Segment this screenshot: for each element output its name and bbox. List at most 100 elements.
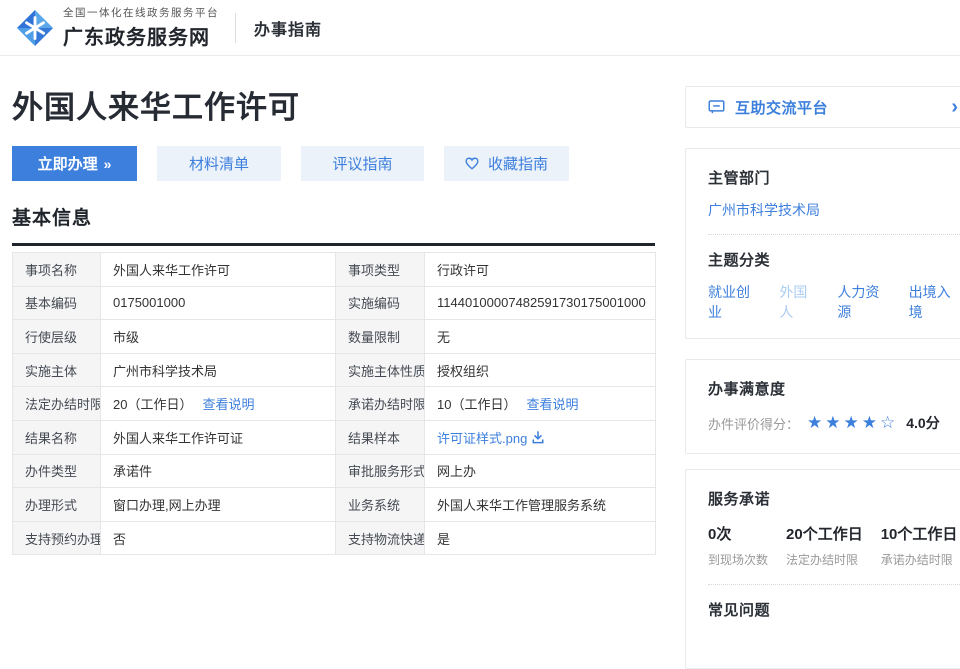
view-explanation-link[interactable]: 查看说明 (526, 397, 578, 412)
row-label: 法定办结时限 (13, 387, 101, 421)
table-row: 办件类型 承诺件 审批服务形式 网上办 (13, 454, 656, 488)
row-label: 数量限制 (336, 320, 425, 354)
row-value: 许可证样式.png (425, 420, 656, 454)
row-value: 授权组织 (425, 353, 656, 387)
row-label: 办理形式 (13, 488, 101, 522)
dotted-divider (708, 584, 960, 585)
sidebar: 互助交流平台 › 主管部门 广州市科学技术局 主题分类 就业创业 外国人 人力资… (685, 86, 960, 669)
dotted-divider (708, 234, 960, 235)
stat-label: 到现场次数 (708, 551, 768, 568)
faq-heading: 常见问题 (708, 599, 960, 620)
row-label: 实施主体性质 (336, 353, 425, 387)
table-row: 实施主体 广州市科学技术局 实施主体性质 授权组织 (13, 353, 656, 387)
row-value: 广州市科学技术局 (101, 353, 336, 387)
site-name: 广东政务服务网 (63, 21, 219, 50)
stars-filled-icon: ★★★★ (807, 413, 880, 432)
row-label: 支持预约办理 (13, 521, 101, 555)
topics-heading: 主题分类 (708, 249, 960, 270)
rating-score: 4.0分 (906, 413, 939, 433)
help-platform-label: 互助交流平台 (735, 97, 828, 118)
row-value: 承诺件 (101, 454, 336, 488)
rating-caption: 办件评价得分： (708, 414, 799, 433)
row-value: 市级 (101, 320, 336, 354)
table-row: 行使层级 市级 数量限制 无 (13, 320, 656, 354)
row-value: 是 (425, 521, 656, 555)
stat-visits: 0次 到现场次数 (708, 523, 768, 568)
row-value: 外国人来华工作许可 (101, 253, 336, 287)
chat-icon (708, 100, 725, 114)
topic-link-exit-entry[interactable]: 出境入境 (909, 282, 960, 322)
row-label: 审批服务形式 (336, 454, 425, 488)
star-rating: ★★★★☆ (807, 413, 898, 433)
site-logo-icon (16, 9, 54, 47)
download-icon (532, 431, 544, 444)
stat-label: 承诺办结时限 (881, 551, 958, 568)
stat-statutory-limit: 20个工作日 法定办结时限 (786, 523, 863, 568)
service-promise-card: 服务承诺 0次 到现场次数 20个工作日 法定办结时限 10个工作日 承诺办结时… (685, 469, 960, 669)
promise-stats: 0次 到现场次数 20个工作日 法定办结时限 10个工作日 承诺办结时限 (708, 523, 960, 568)
row-value: 无 (425, 320, 656, 354)
chevron-right-icon: › (951, 97, 958, 117)
table-row: 办理形式 窗口办理,网上办理 业务系统 外国人来华工作管理服务系统 (13, 488, 656, 522)
department-card: 主管部门 广州市科学技术局 主题分类 就业创业 外国人 人力资源 出境入境 (685, 148, 960, 339)
sample-download-link[interactable]: 许可证样式.png (437, 428, 544, 447)
platform-tagline: 全国一体化在线政务服务平台 (63, 5, 219, 20)
materials-list-button[interactable]: 材料清单 (157, 146, 281, 181)
favorite-guide-button[interactable]: 收藏指南 (444, 146, 569, 181)
row-value: 10（工作日）查看说明 (425, 387, 656, 421)
breadcrumb-section: 办事指南 (254, 16, 322, 40)
dept-link[interactable]: 广州市科学技术局 (708, 200, 960, 220)
double-chevron-icon: » (104, 156, 112, 172)
row-label: 实施主体 (13, 353, 101, 387)
row-label: 承诺办结时限 (336, 387, 425, 421)
row-value: 外国人来华工作许可证 (101, 420, 336, 454)
top-header: 全国一体化在线政务服务平台 广东政务服务网 办事指南 (0, 0, 960, 56)
topic-link-foreigner[interactable]: 外国人 (779, 282, 819, 322)
topic-link-hr[interactable]: 人力资源 (837, 282, 890, 322)
row-label: 实施编码 (336, 286, 425, 320)
stat-label: 法定办结时限 (786, 551, 863, 568)
stat-value: 20个工作日 (786, 523, 863, 544)
row-value: 行政许可 (425, 253, 656, 287)
stat-promised-limit: 10个工作日 承诺办结时限 (881, 523, 958, 568)
apply-now-button[interactable]: 立即办理 » (12, 146, 137, 181)
basic-info-table: 事项名称 外国人来华工作许可 事项类型 行政许可 基本编码 0175001000… (12, 252, 656, 555)
action-bar: 立即办理 » 材料清单 评议指南 收藏指南 (12, 146, 569, 181)
promise-heading: 服务承诺 (708, 488, 960, 509)
row-label: 办件类型 (13, 454, 101, 488)
row-value: 20（工作日）查看说明 (101, 387, 336, 421)
stat-value: 0次 (708, 523, 768, 544)
star-empty-icon: ☆ (880, 413, 898, 432)
topic-link-employment[interactable]: 就业创业 (708, 282, 761, 322)
stat-value: 10个工作日 (881, 523, 958, 544)
table-row: 法定办结时限 20（工作日）查看说明 承诺办结时限 10（工作日）查看说明 (13, 387, 656, 421)
table-row: 结果名称 外国人来华工作许可证 结果样本 许可证样式.png (13, 420, 656, 454)
review-guide-button[interactable]: 评议指南 (301, 146, 424, 181)
row-value: 0175001000 (101, 286, 336, 320)
row-label: 事项名称 (13, 253, 101, 287)
row-value: 网上办 (425, 454, 656, 488)
dept-heading: 主管部门 (708, 167, 960, 188)
page-title: 外国人来华工作许可 (12, 82, 300, 127)
row-label: 事项类型 (336, 253, 425, 287)
heart-icon (465, 157, 479, 170)
table-row: 事项名称 外国人来华工作许可 事项类型 行政许可 (13, 253, 656, 287)
rating-row: 办件评价得分： ★★★★☆ 4.0分 (708, 413, 960, 433)
row-label: 业务系统 (336, 488, 425, 522)
satisfaction-card: 办事满意度 办件评价得分： ★★★★☆ 4.0分 (685, 359, 960, 454)
satisfaction-heading: 办事满意度 (708, 378, 960, 399)
site-brand[interactable]: 全国一体化在线政务服务平台 广东政务服务网 (63, 5, 219, 50)
header-divider (235, 13, 236, 43)
row-value: 否 (101, 521, 336, 555)
table-row: 基本编码 0175001000 实施编码 1144010000748259173… (13, 286, 656, 320)
row-value: 11440100007482591730175001000 (425, 286, 656, 320)
table-row: 支持预约办理 否 支持物流快递 是 (13, 521, 656, 555)
row-label: 结果样本 (336, 420, 425, 454)
row-label: 行使层级 (13, 320, 101, 354)
basic-info-heading: 基本信息 (12, 203, 655, 246)
row-value: 外国人来华工作管理服务系统 (425, 488, 656, 522)
topic-links: 就业创业 外国人 人力资源 出境入境 (708, 282, 960, 322)
help-platform-card[interactable]: 互助交流平台 › (685, 86, 960, 128)
view-explanation-link[interactable]: 查看说明 (202, 397, 254, 412)
row-label: 支持物流快递 (336, 521, 425, 555)
